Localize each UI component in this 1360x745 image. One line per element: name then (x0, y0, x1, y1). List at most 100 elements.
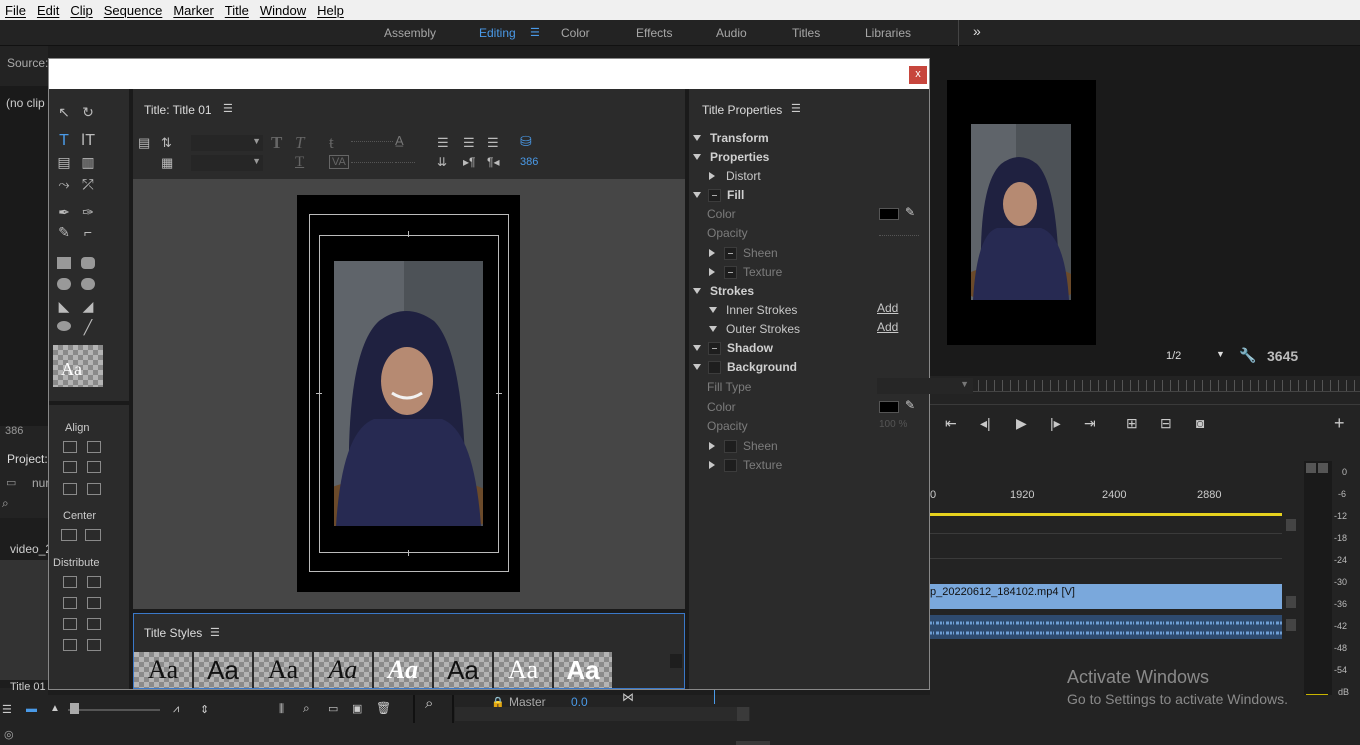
new-bin-icon[interactable]: ▭ (328, 702, 338, 715)
updown-icon[interactable]: ⇕ (200, 703, 209, 716)
find-icon[interactable]: ⌕ (303, 701, 310, 716)
style-thumb[interactable]: Aa (194, 652, 252, 688)
font-size-icon[interactable]: ŧ (329, 133, 334, 153)
delete-anchor-icon[interactable]: ✑ (79, 203, 97, 221)
rotation-tool-icon[interactable]: ↻ (79, 103, 97, 121)
workspace-color[interactable]: Color (561, 26, 590, 40)
menu-sequence[interactable]: Sequence (99, 3, 169, 18)
align-right-icon[interactable] (63, 483, 77, 495)
style-thumb[interactable]: Aa (374, 652, 432, 688)
sheen-row[interactable]: Sheen (709, 244, 778, 262)
background-section[interactable]: Background (693, 358, 797, 376)
step-forward-icon[interactable]: |▸ (1050, 415, 1061, 432)
style-thumb[interactable]: Aa (554, 652, 612, 688)
menu-help[interactable]: Help (312, 3, 350, 18)
distribute-space-v-icon[interactable] (87, 639, 101, 651)
leading-icon[interactable]: A̲ (395, 133, 404, 148)
bg-texture-checkbox[interactable] (724, 458, 737, 472)
sheen-checkbox[interactable] (724, 246, 737, 260)
program-ruler[interactable] (930, 380, 1360, 392)
add-anchor-icon[interactable]: ✎ (55, 223, 73, 241)
shadow-section[interactable]: Shadow (693, 339, 773, 357)
bg-sheen-row[interactable]: Sheen (709, 437, 778, 455)
zoom-icon[interactable]: ⌕ (425, 695, 433, 712)
panel-menu-icon[interactable]: ☰ (223, 102, 233, 115)
vertical-type-tool-icon[interactable]: ǀT (79, 132, 97, 150)
zoom-select[interactable]: 1/2 ▼ (1166, 349, 1238, 366)
close-button[interactable]: x (909, 66, 927, 84)
lift-icon[interactable]: ⊞ (1126, 415, 1138, 432)
center-horizontal-icon[interactable] (61, 529, 77, 541)
workspace-titles[interactable]: Titles (792, 26, 820, 40)
properties-section[interactable]: Properties (693, 148, 769, 166)
align-text-left-icon[interactable]: ☰ (437, 135, 449, 151)
resize-grip[interactable] (736, 741, 770, 745)
style-thumb[interactable]: Aa (314, 652, 372, 688)
bg-opacity-value[interactable]: 100 % (879, 419, 907, 430)
distribute-center-v-icon[interactable] (87, 597, 101, 609)
align-center-v-icon[interactable] (87, 461, 101, 473)
distribute-right-icon[interactable] (63, 618, 77, 630)
kerning-icon[interactable]: VA (329, 155, 349, 169)
search-icon[interactable]: ⌕ (2, 496, 9, 511)
timecode[interactable]: 3645 (1267, 348, 1298, 364)
workspace-audio[interactable]: Audio (716, 26, 747, 40)
align-bottom-icon[interactable] (87, 483, 101, 495)
type-tool-icon[interactable]: T (55, 132, 73, 150)
sort-icon[interactable]: ⩘ (173, 703, 179, 716)
workspace-libraries[interactable]: Libraries (865, 26, 911, 40)
list-view-icon[interactable]: ☰ (2, 703, 12, 716)
center-vertical-icon[interactable] (85, 529, 101, 541)
new-item-icon[interactable]: ▣ (352, 702, 362, 715)
transform-section[interactable]: Transform (693, 129, 769, 147)
menu-marker[interactable]: Marker (168, 3, 219, 18)
roll-crawl-icon[interactable]: ⇅ (161, 135, 172, 151)
audio-clip[interactable] (930, 615, 1282, 639)
bowtie-icon[interactable]: ⋈ (622, 690, 634, 704)
style-swatch[interactable]: Aa (53, 345, 103, 387)
vertical-area-type-icon[interactable]: ▥ (79, 153, 97, 171)
play-icon[interactable]: ▶ (1016, 415, 1027, 432)
style-thumb[interactable]: Aa (434, 652, 492, 688)
align-left-icon[interactable] (63, 441, 77, 453)
zoom-slider-handle[interactable] (70, 703, 79, 714)
strokes-section[interactable]: Strokes (693, 282, 754, 300)
texture-row[interactable]: Texture (709, 263, 782, 281)
playhead[interactable] (714, 690, 715, 704)
menu-title[interactable]: Title (220, 3, 255, 18)
ellipse-tool-icon[interactable] (57, 321, 71, 331)
tab-stops-icon[interactable]: ⇊ (437, 155, 447, 169)
kerning-value[interactable]: 386 (520, 156, 538, 168)
align-center-h-icon[interactable] (63, 461, 77, 473)
go-to-in-icon[interactable]: ⇤ (945, 415, 957, 432)
video-clip[interactable]: p_20220612_184102.mp4 [V] (930, 584, 1282, 609)
bg-color-swatch[interactable] (879, 401, 899, 413)
icon-view-icon[interactable]: ▬ (26, 703, 37, 715)
extract-icon[interactable]: ⊟ (1160, 415, 1172, 432)
line-tool-icon[interactable]: ╱ (79, 318, 97, 336)
convert-anchor-icon[interactable]: ⌐ (79, 223, 97, 241)
outer-strokes-row[interactable]: Outer Strokes (709, 320, 800, 338)
project-bottom-item[interactable]: Title 01 (10, 681, 46, 693)
distribute-left-icon[interactable] (63, 576, 77, 588)
menu-clip[interactable]: Clip (65, 3, 98, 18)
freeform-icon[interactable]: ▲ (50, 703, 60, 714)
fill-section[interactable]: Fill (693, 186, 744, 204)
align-text-right-icon[interactable]: ☰ (487, 135, 499, 151)
source-label[interactable]: Source: (7, 56, 48, 70)
eyedropper-icon[interactable]: ✎ (905, 398, 915, 412)
step-back-icon[interactable]: ◂| (980, 415, 991, 432)
work-area-bar[interactable] (930, 513, 1282, 516)
panel-menu-icon[interactable]: ☰ (791, 102, 801, 115)
eyedropper-icon[interactable]: ✎ (905, 205, 915, 219)
folder-icon[interactable]: ▭ (6, 476, 16, 489)
go-to-out-icon[interactable]: ⇥ (1084, 415, 1096, 432)
texture-checkbox[interactable] (724, 265, 737, 279)
workspace-effects[interactable]: Effects (636, 26, 672, 40)
pen-tool-icon[interactable]: ✒ (55, 203, 73, 221)
wedge-tool-icon[interactable]: ◣ (55, 297, 73, 315)
menu-edit[interactable]: Edit (32, 3, 65, 18)
project-label[interactable]: Project: (7, 452, 48, 466)
clipped-rect-tool-icon[interactable] (57, 278, 71, 290)
bg-texture-row[interactable]: Texture (709, 456, 782, 474)
